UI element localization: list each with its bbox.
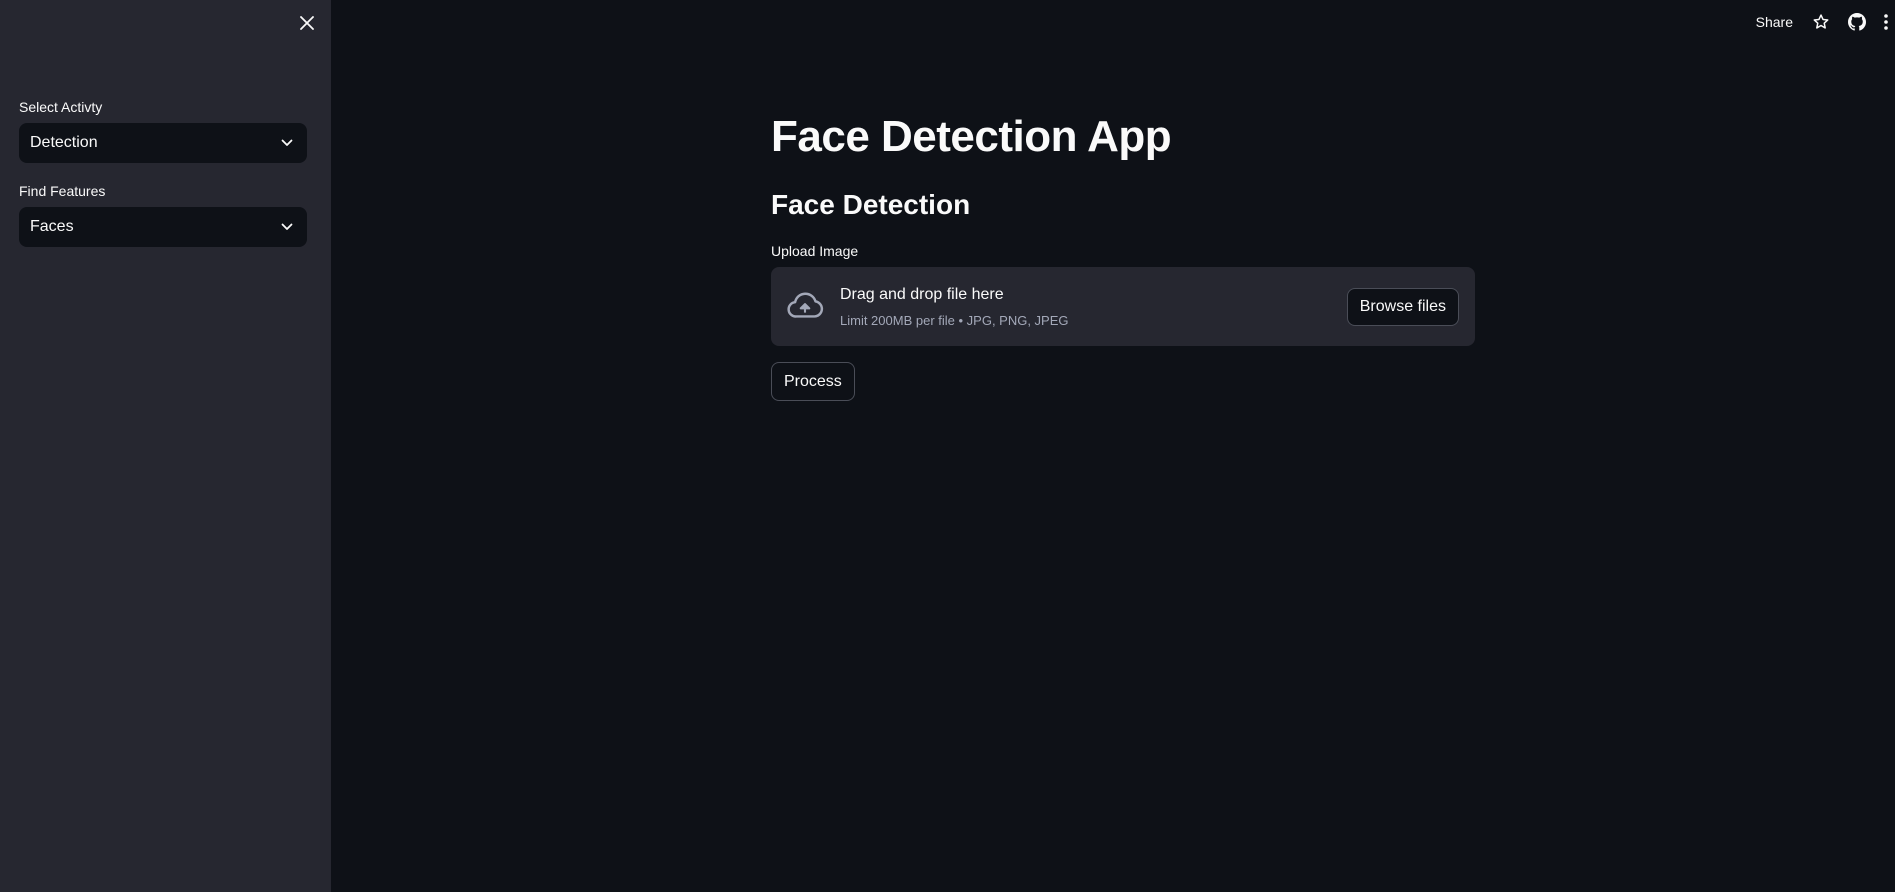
close-sidebar-button[interactable] — [296, 12, 318, 34]
star-icon — [1813, 14, 1829, 29]
more-menu-icon — [1884, 14, 1888, 30]
dropzone-title: Drag and drop file here — [840, 286, 1004, 303]
find-features-dropdown[interactable]: Faces — [19, 207, 307, 247]
app-root: Select Activty Detection Find Features F… — [0, 0, 1895, 892]
find-features-label: Find Features — [19, 183, 106, 199]
more-menu-button[interactable] — [1883, 12, 1895, 32]
chevron-down-icon — [279, 219, 295, 235]
section-title: Face Detection — [771, 189, 971, 220]
select-activity-value: Detection — [30, 134, 98, 151]
file-dropzone[interactable]: Drag and drop file here Limit 200MB per … — [771, 267, 1475, 346]
page-title: Face Detection App — [771, 112, 1172, 161]
select-activity-dropdown[interactable]: Detection — [19, 123, 307, 163]
star-button[interactable] — [1811, 12, 1831, 32]
process-button[interactable]: Process — [771, 362, 855, 401]
github-button[interactable] — [1847, 12, 1867, 32]
share-button[interactable]: Share — [1756, 14, 1793, 30]
browse-files-button[interactable]: Browse files — [1346, 288, 1459, 326]
header-toolbar: Share — [1756, 10, 1895, 34]
select-activity-label: Select Activty — [19, 99, 103, 115]
dropzone-limit-text: Limit 200MB per file • JPG, PNG, JPEG — [840, 313, 1069, 328]
cloud-upload-icon — [787, 292, 824, 318]
close-icon — [300, 16, 314, 30]
upload-image-label: Upload Image — [771, 243, 859, 259]
find-features-value: Faces — [30, 218, 74, 235]
sidebar: Select Activty Detection Find Features F… — [0, 0, 331, 892]
chevron-down-icon — [279, 135, 295, 151]
github-icon — [1848, 13, 1866, 31]
